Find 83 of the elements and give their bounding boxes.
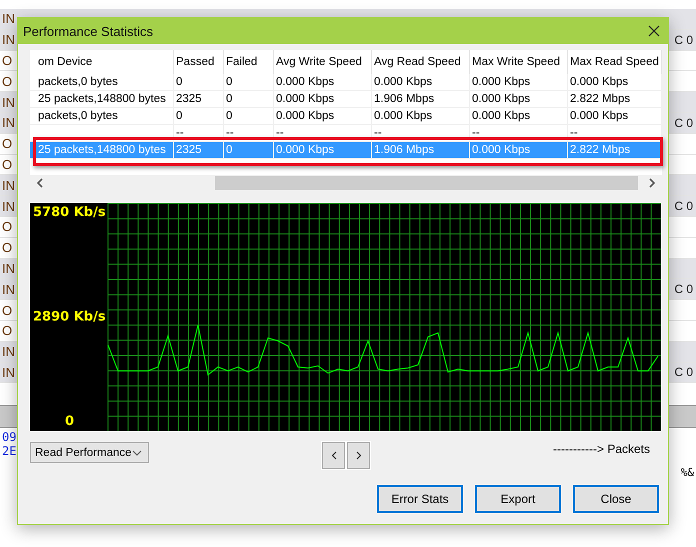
row-text: C 0 — [674, 32, 694, 47]
next-button[interactable] — [347, 442, 370, 469]
table-cell: 0.000 Kbps — [470, 108, 568, 125]
table-cell: 0 — [174, 108, 224, 125]
column-header[interactable]: Max Read Speed — [568, 50, 662, 74]
previous-button[interactable] — [322, 442, 345, 469]
mode-dropdown[interactable]: Read Performance — [30, 442, 149, 463]
column-header[interactable]: om Device — [30, 50, 174, 74]
table-row[interactable]: packets,0 bytes 0 0 0.000 Kbps 0.000 Kbps 0.000 Kbps 0.000 Kbps — [30, 108, 662, 125]
column-header[interactable]: Avg Write Speed — [274, 50, 372, 74]
row-label: O — [1, 219, 12, 234]
dialog-button[interactable]: Error Stats — [377, 485, 463, 513]
table-cell: 0.000 Kbps — [568, 74, 662, 91]
row-label: O — [1, 323, 12, 338]
column-header[interactable]: Failed — [224, 50, 274, 74]
table-cell: packets,0 bytes — [30, 74, 174, 91]
row-text: C 0 — [674, 282, 694, 296]
table-cell: 0.000 Kbps — [372, 74, 470, 91]
row-label: O — [1, 74, 12, 89]
table-cell: 2325 — [174, 91, 224, 108]
row-label: IN — [1, 178, 15, 193]
scroll-left-icon[interactable] — [36, 178, 44, 188]
table-cell: 0.000 Kbps — [470, 142, 568, 159]
table-cell: 0.000 Kbps — [470, 91, 568, 108]
table-cell: 0.000 Kbps — [274, 91, 372, 108]
table-cell: 0.000 Kbps — [274, 74, 372, 91]
y-axis-label: 2890 Kb/s — [33, 309, 106, 324]
table-cell: 25 packets,148800 bytes — [30, 91, 174, 108]
row-label: O — [1, 52, 12, 68]
dialog-button[interactable]: Close — [573, 485, 659, 513]
row-text: C 0 — [674, 199, 694, 214]
row-label: IN — [1, 11, 15, 26]
table-cell: 0 — [174, 74, 224, 91]
table-cell: 0 — [224, 108, 274, 125]
table-cell: 2325 — [174, 142, 224, 159]
scrollbar-thumb[interactable] — [215, 176, 638, 190]
row-label: O — [1, 240, 12, 256]
table-row[interactable]: 25 packets,148800 bytes 2325 0 0.000 Kbps 1.906 Mbps 0.000 Kbps 2.822 Mbps — [30, 91, 662, 108]
hex-text: 09 — [2, 430, 16, 444]
row-label: IN — [1, 364, 15, 380]
column-header[interactable]: Max Write Speed — [470, 50, 568, 74]
row-text: C 0 — [674, 365, 694, 380]
table-cell: 2.822 Mbps — [568, 91, 662, 108]
table-cell: 0 — [224, 74, 274, 91]
dialog-button[interactable]: Export — [475, 485, 561, 513]
table-cell: 0.000 Kbps — [274, 142, 372, 159]
table-cell: 2.822 Mbps — [568, 142, 662, 159]
row-label: IN — [1, 344, 15, 360]
column-header[interactable]: Avg Read Speed — [372, 50, 470, 74]
table-cell: 0 — [224, 142, 274, 159]
chevron-down-icon — [132, 450, 142, 456]
window-title: Performance Statistics — [23, 24, 154, 38]
table-cell: 0.000 Kbps — [470, 74, 568, 91]
row-label: O — [1, 156, 12, 172]
row-label: IN — [1, 115, 15, 130]
chevron-left-icon — [330, 451, 336, 460]
x-axis-label: -----------> Packets — [553, 442, 650, 456]
scroll-right-icon[interactable] — [648, 178, 656, 188]
row-label: IN — [1, 198, 15, 214]
close-icon[interactable] — [648, 25, 660, 37]
ascii-text: %& — [680, 466, 694, 480]
row-text: C 0 — [674, 116, 694, 130]
y-axis-label: 5780 Kb/s — [33, 204, 106, 220]
table-cell: 1.906 Mbps — [372, 142, 470, 159]
table-cell: 1.906 Mbps — [372, 91, 470, 108]
dropdown-value: Read Performance — [35, 446, 132, 458]
chevron-right-icon — [356, 451, 362, 460]
table-cell: 0.000 Kbps — [274, 108, 372, 125]
table-cell: 0.000 Kbps — [372, 108, 470, 125]
row-label: IN — [1, 32, 15, 48]
row-label: IN — [1, 282, 15, 297]
hex-text: 2E — [2, 444, 16, 458]
table-cell: 0 — [224, 91, 274, 108]
row-label: O — [1, 136, 12, 152]
column-header[interactable]: Passed — [174, 50, 224, 74]
row-label: O — [1, 302, 12, 318]
table-cell: 0.000 Kbps — [568, 108, 662, 125]
row-label: IN — [1, 94, 15, 110]
row-label: IN — [1, 260, 15, 276]
table-cell: packets,0 bytes — [30, 108, 174, 125]
table-row[interactable]: packets,0 bytes 0 0 0.000 Kbps 0.000 Kbps 0.000 Kbps 0.000 Kbps — [30, 74, 662, 91]
table-cell: 25 packets,148800 bytes — [30, 142, 174, 159]
y-axis-label: 0 — [65, 414, 74, 430]
